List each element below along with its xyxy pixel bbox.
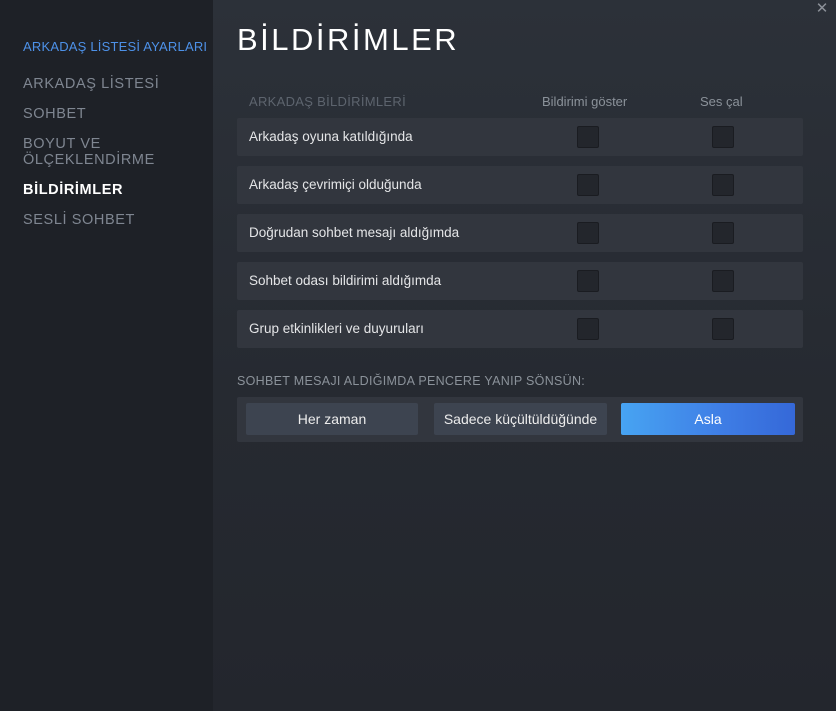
play-sound-checkbox[interactable] <box>712 318 734 340</box>
notification-row-friend-online: Arkadaş çevrimiçi olduğunda <box>237 166 803 204</box>
show-notification-checkbox[interactable] <box>577 222 599 244</box>
show-notification-checkbox[interactable] <box>577 318 599 340</box>
sidebar-item-chat[interactable]: SOHBET <box>23 106 86 122</box>
row-label: Sohbet odası bildirimi aldığımda <box>249 273 442 288</box>
flash-always-button[interactable]: Her zaman <box>246 403 418 435</box>
show-notification-checkbox[interactable] <box>577 174 599 196</box>
notification-row-group-events: Grup etkinlikleri ve duyuruları <box>237 310 803 348</box>
show-notification-checkbox[interactable] <box>577 270 599 292</box>
sidebar-item-voice-chat[interactable]: SESLİ SOHBET <box>23 212 135 228</box>
play-sound-checkbox[interactable] <box>712 174 734 196</box>
sidebar-item-friends-list[interactable]: ARKADAŞ LİSTESİ <box>23 76 159 92</box>
row-label: Doğrudan sohbet mesajı aldığımda <box>249 225 460 240</box>
play-sound-checkbox[interactable] <box>712 270 734 292</box>
sidebar-header: ARKADAŞ LİSTESİ AYARLARI <box>23 39 208 54</box>
row-label: Grup etkinlikleri ve duyuruları <box>249 321 424 336</box>
page-title: BİLDİRİMLER <box>237 22 460 57</box>
column-header-play-sound: Ses çal <box>700 94 743 109</box>
section-label-friend-notifications: ARKADAŞ BİLDİRİMLERİ <box>249 94 406 109</box>
flash-window-options: Her zaman Sadece küçültüldüğünde Asla <box>237 397 803 442</box>
show-notification-checkbox[interactable] <box>577 126 599 148</box>
column-header-show-notification: Bildirimi göster <box>542 94 628 109</box>
play-sound-checkbox[interactable] <box>712 222 734 244</box>
sidebar-item-size-scaling-line2[interactable]: ÖLÇEKLENDİRME <box>23 152 155 168</box>
settings-sidebar: ARKADAŞ LİSTESİ AYARLARI ARKADAŞ LİSTESİ… <box>0 0 213 711</box>
play-sound-checkbox[interactable] <box>712 126 734 148</box>
notification-row-chat-room: Sohbet odası bildirimi aldığımda <box>237 262 803 300</box>
close-icon[interactable]: ✕ <box>814 1 830 17</box>
flash-window-label: SOHBET MESAJI ALDIĞIMDA PENCERE YANIP SÖ… <box>237 374 586 388</box>
sidebar-item-notifications[interactable]: BİLDİRİMLER <box>23 182 123 198</box>
flash-never-button[interactable]: Asla <box>621 403 795 435</box>
sidebar-item-size-scaling[interactable]: BOYUT VE <box>23 136 101 152</box>
notifications-table-header: ARKADAŞ BİLDİRİMLERİ Bildirimi göster Se… <box>237 92 803 112</box>
notification-row-friend-joins-game: Arkadaş oyuna katıldığında <box>237 118 803 156</box>
row-label: Arkadaş çevrimiçi olduğunda <box>249 177 422 192</box>
row-label: Arkadaş oyuna katıldığında <box>249 129 413 144</box>
notification-row-direct-message: Doğrudan sohbet mesajı aldığımda <box>237 214 803 252</box>
flash-minimized-button[interactable]: Sadece küçültüldüğünde <box>434 403 607 435</box>
settings-main-panel: ✕ BİLDİRİMLER ARKADAŞ BİLDİRİMLERİ Bildi… <box>213 0 836 711</box>
